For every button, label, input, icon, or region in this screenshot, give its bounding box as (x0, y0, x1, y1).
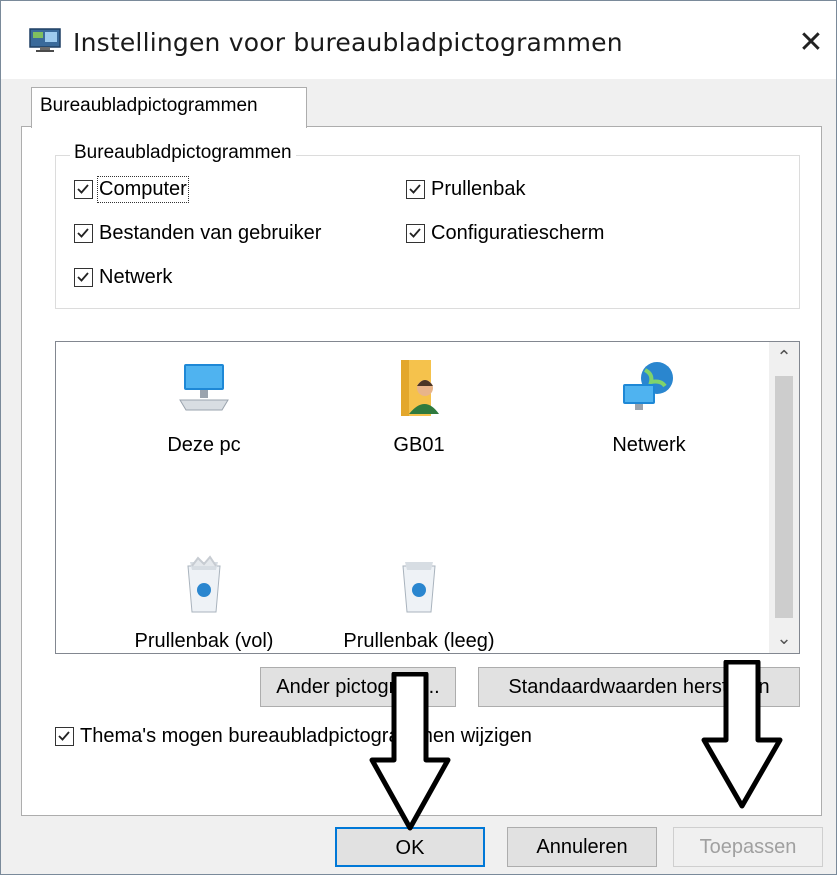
checkbox-label: Bestanden van gebruiker (99, 222, 322, 244)
annotation-arrow-down-icon (701, 660, 783, 809)
checkbox-prullenbak[interactable]: Prullenbak (406, 178, 526, 201)
checkbox-box[interactable] (74, 268, 93, 287)
checkbox-label: Configuratiescherm (431, 222, 605, 244)
checkbox-box[interactable] (74, 224, 93, 243)
checkbox-user-files[interactable]: Bestanden van gebruiker (74, 222, 321, 245)
list-item-recycle-full[interactable]: Prullenbak (vol) (104, 552, 304, 653)
list-item-recycle-empty[interactable]: Prullenbak (leeg) (319, 552, 519, 653)
checkbox-network[interactable]: Netwerk (74, 266, 172, 289)
chevron-up-icon[interactable]: ⌃ (769, 342, 799, 372)
checkbox-themes-change-icons[interactable]: Thema's mogen bureaubladpictogrammen wij… (55, 725, 532, 748)
checkbox-box[interactable] (406, 224, 425, 243)
icon-label: Prullenbak (vol) (134, 630, 274, 652)
close-icon[interactable]: ✕ (791, 23, 831, 63)
list-item-computer[interactable]: Deze pc (104, 356, 304, 457)
desktop-icons-group: Bureaubladpictogrammen Computer Prullenb… (55, 142, 800, 309)
ok-button[interactable]: OK (335, 827, 485, 867)
apply-button[interactable]: Toepassen (673, 827, 823, 867)
user-folder-icon (401, 360, 439, 416)
annotation-arrow-down-icon (369, 672, 451, 831)
computer-icon (179, 364, 229, 411)
recycle-bin-empty-icon (402, 562, 436, 613)
checkbox-control-panel[interactable]: Configuratiescherm (406, 222, 604, 245)
checkbox-label: Computer (97, 176, 189, 203)
title-bar: Instellingen voor bureaubladpictogrammen… (1, 1, 836, 79)
window-title: Instellingen voor bureaubladpictogrammen (73, 28, 623, 57)
checkbox-box[interactable] (74, 180, 93, 199)
list-item-network[interactable]: Netwerk (549, 356, 749, 457)
icon-label: Netwerk (612, 434, 686, 456)
checkbox-label: Thema's mogen bureaubladpictogrammen wij… (80, 725, 532, 747)
desktop-settings-icon (29, 28, 61, 52)
checkbox-label: Prullenbak (431, 178, 526, 200)
checkbox-computer[interactable]: Computer (74, 176, 189, 203)
scrollbar-thumb[interactable] (775, 376, 793, 618)
icon-label: Prullenbak (leeg) (343, 630, 495, 652)
chevron-down-icon[interactable]: ⌄ (769, 623, 799, 653)
tab-label: Bureaubladpictogrammen (40, 95, 258, 116)
checkbox-box[interactable] (406, 180, 425, 199)
group-legend: Bureaubladpictogrammen (70, 142, 296, 164)
checkbox-label: Netwerk (99, 266, 173, 288)
tab-desktop-icons[interactable]: Bureaubladpictogrammen (31, 87, 307, 128)
cancel-button[interactable]: Annuleren (507, 827, 657, 867)
checkbox-box[interactable] (55, 727, 74, 746)
recycle-bin-full-icon (187, 555, 221, 613)
icon-label: GB01 (393, 434, 445, 456)
network-icon (623, 362, 673, 410)
icon-label: Deze pc (167, 434, 241, 456)
icon-list[interactable]: Deze pc GB01 Netwerk Prullenbak (vol) Pr… (55, 341, 800, 654)
vertical-scrollbar[interactable]: ⌃ ⌄ (769, 342, 799, 653)
list-item-user-folder[interactable]: GB01 (319, 356, 519, 457)
